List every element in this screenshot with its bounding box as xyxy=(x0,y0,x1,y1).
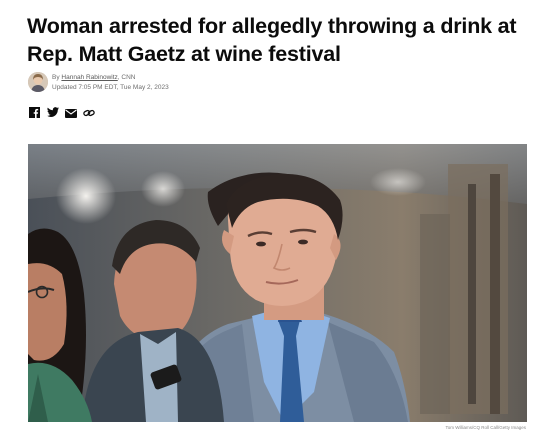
byline-text: By Hannah Rabinowitz, CNN Updated 7:05 P… xyxy=(52,73,169,93)
author-avatar[interactable] xyxy=(28,72,48,92)
author-link[interactable]: Hannah Rabinowitz xyxy=(61,74,117,81)
link-icon[interactable] xyxy=(83,105,95,117)
share-bar xyxy=(29,105,95,118)
facebook-icon[interactable] xyxy=(29,105,41,118)
twitter-icon[interactable] xyxy=(47,105,59,117)
updated-timestamp: Updated 7:05 PM EDT, Tue May 2, 2023 xyxy=(52,84,169,91)
byline-outlet: , CNN xyxy=(117,74,136,81)
headline: Woman arrested for allegedly throwing a … xyxy=(27,14,517,66)
byline-prefix: By xyxy=(52,74,62,81)
byline: By Hannah Rabinowitz, CNN Updated 7:05 P… xyxy=(28,72,328,94)
email-icon[interactable] xyxy=(65,105,77,118)
photo-credit: Tom Williams/CQ Roll Call/Getty Images xyxy=(445,425,526,430)
article-photo[interactable] xyxy=(28,144,527,422)
